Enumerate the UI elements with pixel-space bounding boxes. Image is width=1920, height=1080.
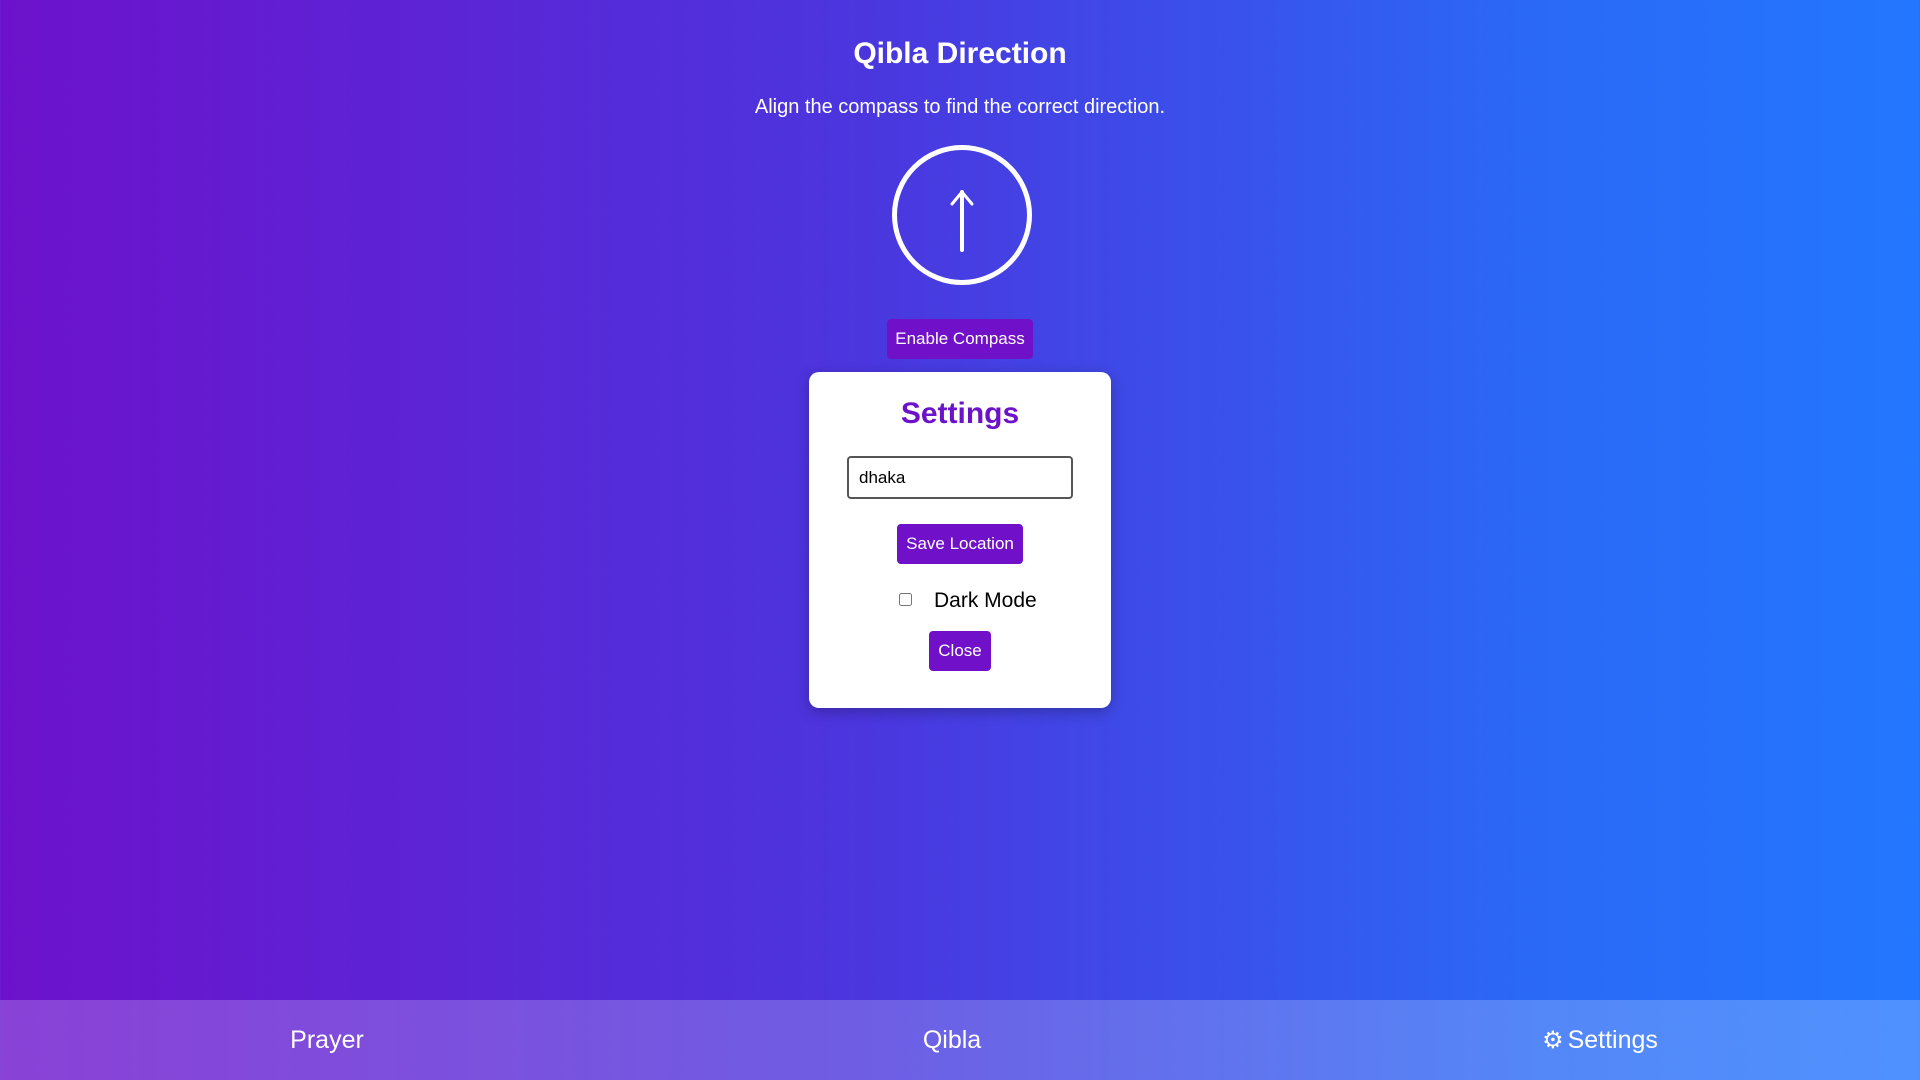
location-input[interactable]: [847, 456, 1073, 499]
save-location-button[interactable]: Save Location: [897, 524, 1023, 564]
gear-icon: ⚙: [1542, 1027, 1564, 1054]
dark-mode-row: Dark Mode: [809, 586, 1111, 616]
settings-modal: Settings Save Location Dark Mode Close: [809, 372, 1111, 708]
page-title: Qibla Direction: [853, 37, 1067, 70]
compass-dial: [892, 145, 1032, 285]
settings-title: Settings: [900, 397, 1020, 430]
dark-mode-label: Dark Mode: [934, 589, 1037, 612]
close-button[interactable]: Close: [929, 631, 991, 671]
page-subtitle: Align the compass to find the correct di…: [754, 96, 1166, 118]
nav-item-qibla[interactable]: Qibla: [852, 1000, 1052, 1080]
nav-item-label: Prayer: [290, 1026, 364, 1054]
nav-item-label: Qibla: [922, 1026, 982, 1054]
dark-mode-checkbox[interactable]: [899, 593, 912, 606]
arrow-up-icon: [950, 190, 974, 252]
nav-item-label: Settings: [1567, 1026, 1658, 1054]
nav-item-prayer[interactable]: Prayer: [227, 1000, 427, 1080]
enable-compass-button[interactable]: Enable Compass: [887, 319, 1033, 359]
bottom-nav: Prayer Qibla ⚙ Settings: [0, 1000, 1920, 1080]
nav-item-settings[interactable]: ⚙ Settings: [1500, 1000, 1700, 1080]
